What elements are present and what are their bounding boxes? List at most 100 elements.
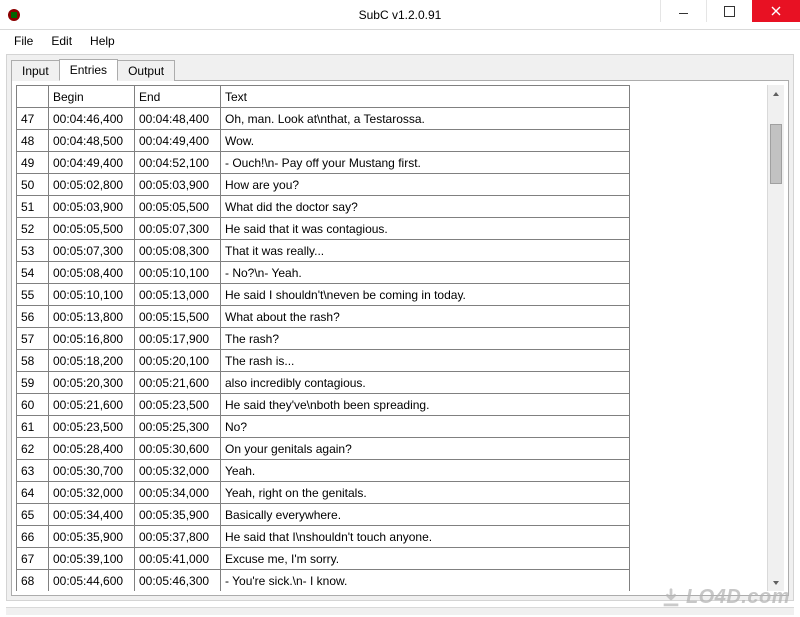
cell-n[interactable]: 59: [17, 372, 49, 394]
cell-n[interactable]: 58: [17, 350, 49, 372]
tab-input[interactable]: Input: [11, 60, 60, 81]
cell-end[interactable]: 00:05:46,300: [135, 570, 221, 592]
cell-end[interactable]: 00:05:13,000: [135, 284, 221, 306]
table-row[interactable]: 5700:05:16,80000:05:17,900The rash?: [17, 328, 630, 350]
table-row[interactable]: 6200:05:28,40000:05:30,600On your genita…: [17, 438, 630, 460]
cell-text[interactable]: also incredibly contagious.: [221, 372, 630, 394]
cell-begin[interactable]: 00:05:30,700: [49, 460, 135, 482]
vertical-scrollbar[interactable]: [767, 85, 784, 591]
table-row[interactable]: 6500:05:34,40000:05:35,900Basically ever…: [17, 504, 630, 526]
cell-text[interactable]: Yeah, right on the genitals.: [221, 482, 630, 504]
cell-end[interactable]: 00:05:17,900: [135, 328, 221, 350]
cell-end[interactable]: 00:05:05,500: [135, 196, 221, 218]
cell-n[interactable]: 50: [17, 174, 49, 196]
cell-text[interactable]: He said I shouldn't\neven be coming in t…: [221, 284, 630, 306]
cell-end[interactable]: 00:05:30,600: [135, 438, 221, 460]
col-index[interactable]: [17, 86, 49, 108]
cell-begin[interactable]: 00:05:05,500: [49, 218, 135, 240]
cell-n[interactable]: 62: [17, 438, 49, 460]
cell-begin[interactable]: 00:05:10,100: [49, 284, 135, 306]
cell-text[interactable]: What about the rash?: [221, 306, 630, 328]
cell-n[interactable]: 47: [17, 108, 49, 130]
cell-text[interactable]: - You're sick.\n- I know.: [221, 570, 630, 592]
table-row[interactable]: 4900:04:49,40000:04:52,100- Ouch!\n- Pay…: [17, 152, 630, 174]
cell-begin[interactable]: 00:05:32,000: [49, 482, 135, 504]
cell-end[interactable]: 00:04:49,400: [135, 130, 221, 152]
menu-help[interactable]: Help: [82, 32, 123, 50]
cell-begin[interactable]: 00:05:21,600: [49, 394, 135, 416]
cell-text[interactable]: The rash?: [221, 328, 630, 350]
cell-begin[interactable]: 00:05:13,800: [49, 306, 135, 328]
table-row[interactable]: 5400:05:08,40000:05:10,100- No?\n- Yeah.: [17, 262, 630, 284]
cell-n[interactable]: 60: [17, 394, 49, 416]
cell-n[interactable]: 54: [17, 262, 49, 284]
cell-begin[interactable]: 00:05:07,300: [49, 240, 135, 262]
cell-end[interactable]: 00:04:52,100: [135, 152, 221, 174]
scroll-up-arrow[interactable]: [768, 85, 784, 102]
cell-text[interactable]: He said they've\nboth been spreading.: [221, 394, 630, 416]
cell-text[interactable]: That it was really...: [221, 240, 630, 262]
cell-end[interactable]: 00:05:23,500: [135, 394, 221, 416]
cell-text[interactable]: Oh, man. Look at\nthat, a Testarossa.: [221, 108, 630, 130]
cell-text[interactable]: Yeah.: [221, 460, 630, 482]
cell-end[interactable]: 00:05:32,000: [135, 460, 221, 482]
cell-text[interactable]: He said that it was contagious.: [221, 218, 630, 240]
col-begin[interactable]: Begin: [49, 86, 135, 108]
table-row[interactable]: 4800:04:48,50000:04:49,400Wow.: [17, 130, 630, 152]
close-button[interactable]: [752, 0, 800, 22]
cell-end[interactable]: 00:05:34,000: [135, 482, 221, 504]
cell-begin[interactable]: 00:05:35,900: [49, 526, 135, 548]
cell-begin[interactable]: 00:05:03,900: [49, 196, 135, 218]
table-row[interactable]: 6700:05:39,10000:05:41,000Excuse me, I'm…: [17, 548, 630, 570]
cell-end[interactable]: 00:05:35,900: [135, 504, 221, 526]
table-row[interactable]: 5600:05:13,80000:05:15,500What about the…: [17, 306, 630, 328]
cell-text[interactable]: - No?\n- Yeah.: [221, 262, 630, 284]
col-end[interactable]: End: [135, 86, 221, 108]
cell-text[interactable]: Excuse me, I'm sorry.: [221, 548, 630, 570]
cell-text[interactable]: How are you?: [221, 174, 630, 196]
cell-n[interactable]: 57: [17, 328, 49, 350]
table-row[interactable]: 6100:05:23,50000:05:25,300No?: [17, 416, 630, 438]
cell-end[interactable]: 00:05:15,500: [135, 306, 221, 328]
cell-n[interactable]: 56: [17, 306, 49, 328]
cell-text[interactable]: The rash is...: [221, 350, 630, 372]
cell-n[interactable]: 51: [17, 196, 49, 218]
scroll-track[interactable]: [768, 102, 784, 574]
cell-end[interactable]: 00:05:08,300: [135, 240, 221, 262]
cell-begin[interactable]: 00:05:34,400: [49, 504, 135, 526]
cell-n[interactable]: 63: [17, 460, 49, 482]
col-text[interactable]: Text: [221, 86, 630, 108]
cell-end[interactable]: 00:05:25,300: [135, 416, 221, 438]
table-row[interactable]: 5300:05:07,30000:05:08,300That it was re…: [17, 240, 630, 262]
table-row[interactable]: 5500:05:10,10000:05:13,000He said I shou…: [17, 284, 630, 306]
cell-n[interactable]: 49: [17, 152, 49, 174]
cell-end[interactable]: 00:05:37,800: [135, 526, 221, 548]
cell-n[interactable]: 52: [17, 218, 49, 240]
cell-begin[interactable]: 00:05:16,800: [49, 328, 135, 350]
table-row[interactable]: 6400:05:32,00000:05:34,000Yeah, right on…: [17, 482, 630, 504]
cell-begin[interactable]: 00:05:23,500: [49, 416, 135, 438]
maximize-button[interactable]: [706, 0, 752, 22]
table-row[interactable]: 5200:05:05,50000:05:07,300He said that i…: [17, 218, 630, 240]
cell-n[interactable]: 68: [17, 570, 49, 592]
cell-begin[interactable]: 00:04:46,400: [49, 108, 135, 130]
tab-output[interactable]: Output: [117, 60, 175, 81]
scroll-down-arrow[interactable]: [768, 574, 784, 591]
cell-begin[interactable]: 00:05:20,300: [49, 372, 135, 394]
cell-end[interactable]: 00:05:07,300: [135, 218, 221, 240]
table-row[interactable]: 5000:05:02,80000:05:03,900How are you?: [17, 174, 630, 196]
table-row[interactable]: 5900:05:20,30000:05:21,600also incredibl…: [17, 372, 630, 394]
table-row[interactable]: 6000:05:21,60000:05:23,500He said they'v…: [17, 394, 630, 416]
table-row[interactable]: 6300:05:30,70000:05:32,000Yeah.: [17, 460, 630, 482]
cell-n[interactable]: 67: [17, 548, 49, 570]
scroll-thumb[interactable]: [770, 124, 782, 184]
minimize-button[interactable]: [660, 0, 706, 22]
cell-n[interactable]: 64: [17, 482, 49, 504]
cell-end[interactable]: 00:05:10,100: [135, 262, 221, 284]
cell-text[interactable]: - Ouch!\n- Pay off your Mustang first.: [221, 152, 630, 174]
cell-text[interactable]: Basically everywhere.: [221, 504, 630, 526]
cell-end[interactable]: 00:05:20,100: [135, 350, 221, 372]
cell-end[interactable]: 00:05:41,000: [135, 548, 221, 570]
table-row[interactable]: 5100:05:03,90000:05:05,500What did the d…: [17, 196, 630, 218]
tab-entries[interactable]: Entries: [59, 59, 118, 81]
